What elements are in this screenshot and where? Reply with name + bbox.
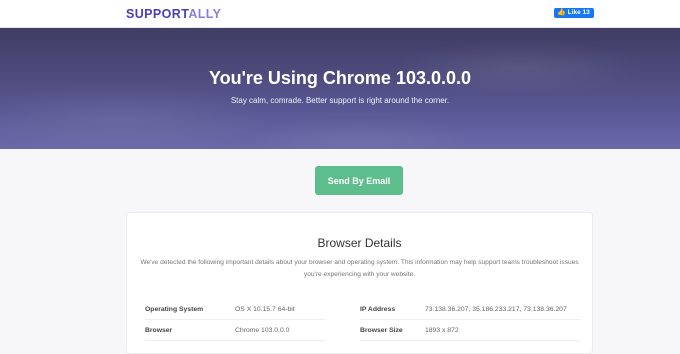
detail-label: Browser [145, 326, 173, 334]
detail-row-ip-address: IP Address 73.138.36.207, 35.186.233.217… [360, 299, 580, 320]
detail-value: 73.138.36.207, 35.186.233.217, 73.138.36… [425, 305, 567, 313]
browser-details-card: Browser Details We've detected the follo… [126, 212, 593, 354]
logo-text-support: SUPPORT [126, 7, 189, 21]
send-by-email-button[interactable]: Send By Email [315, 166, 403, 195]
detail-value: Chrome 103.0.0.0 [235, 326, 290, 334]
browser-details-description: We've detected the following important d… [140, 259, 579, 278]
detail-row-operating-system: Operating System OS X 10.15.7 64-bit [145, 299, 325, 320]
hero-title: You're Using Chrome 103.0.0.0 [208, 68, 472, 88]
detail-value: 1893 x 872 [425, 326, 459, 334]
top-navbar: SUPPORTALLY 👍 Like 13 [0, 0, 680, 28]
detail-label: IP Address [360, 305, 396, 313]
detail-row-browser: Browser Chrome 103.0.0.0 [145, 320, 325, 341]
detail-value: OS X 10.15.7 64-bit [235, 305, 295, 313]
logo[interactable]: SUPPORTALLY [126, 7, 221, 21]
detail-row-browser-size: Browser Size 1893 x 872 [360, 320, 580, 341]
detail-label: Browser Size [360, 326, 403, 334]
hero-subtitle: Stay calm, comrade. Better support is ri… [230, 96, 450, 105]
thumbs-up-icon: 👍 [557, 9, 566, 16]
like-label: Like 13 [567, 9, 590, 16]
logo-text-ally: ALLY [188, 7, 222, 21]
facebook-like-button[interactable]: 👍 Like 13 [554, 8, 594, 18]
browser-details-title: Browser Details [317, 236, 402, 250]
hero-banner: You're Using Chrome 103.0.0.0 Stay calm,… [0, 28, 680, 149]
detail-label: Operating System [145, 305, 204, 313]
